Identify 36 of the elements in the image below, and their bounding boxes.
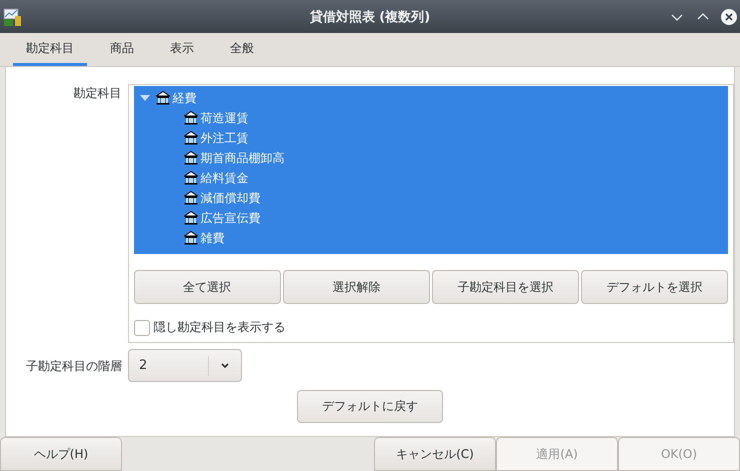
tree-item[interactable]: 経費	[134, 88, 728, 108]
field-label: 子勘定科目の階層	[25, 358, 123, 374]
tab[interactable]: 表示	[157, 33, 207, 66]
select-button[interactable]: デフォルトを選択	[580, 270, 728, 304]
checkbox-label[interactable]: 隠し勘定科目を表示する	[154, 319, 286, 336]
dialog-button[interactable]: ヘルプ(H)	[0, 437, 122, 471]
bank-icon	[156, 91, 170, 105]
reset-button[interactable]: デフォルトに戻す	[297, 390, 443, 423]
select-button[interactable]: 全て選択	[134, 270, 281, 304]
tree-item[interactable]: 外注工賃	[134, 128, 728, 148]
chevron-down-icon	[221, 363, 229, 368]
tree-item[interactable]: 雑費	[134, 228, 728, 248]
tree-item[interactable]: 期首商品棚卸高	[134, 148, 728, 168]
bank-icon	[184, 111, 198, 125]
bank-icon	[184, 131, 198, 145]
tab[interactable]: 商品	[97, 33, 147, 66]
dialog-button[interactable]: キャンセル(C)	[374, 437, 496, 471]
select-button[interactable]: 選択解除	[282, 270, 430, 304]
app-icon	[3, 6, 23, 26]
tab[interactable]: 全般	[217, 33, 267, 66]
tree-item[interactable]: 減価償却費	[134, 188, 728, 208]
depth-dropdown[interactable]: 2	[128, 349, 242, 382]
tree-item[interactable]: 給料賃金	[134, 168, 728, 188]
tree-item[interactable]: 荷造運賃	[134, 108, 728, 128]
bank-icon	[184, 231, 198, 245]
bank-icon	[184, 211, 198, 225]
bank-icon	[184, 191, 198, 205]
window-title: 貸借対照表 (複数列)	[308, 8, 432, 26]
tree-item[interactable]: 広告宣伝費	[134, 208, 728, 228]
expander-icon[interactable]	[140, 95, 150, 101]
select-button[interactable]: 子勘定科目を選択	[432, 270, 579, 304]
bank-icon	[184, 171, 198, 185]
checkbox[interactable]	[134, 320, 150, 336]
bank-icon	[184, 151, 198, 165]
field-label: 勘定科目	[72, 85, 123, 102]
close-icon[interactable]	[721, 8, 737, 24]
